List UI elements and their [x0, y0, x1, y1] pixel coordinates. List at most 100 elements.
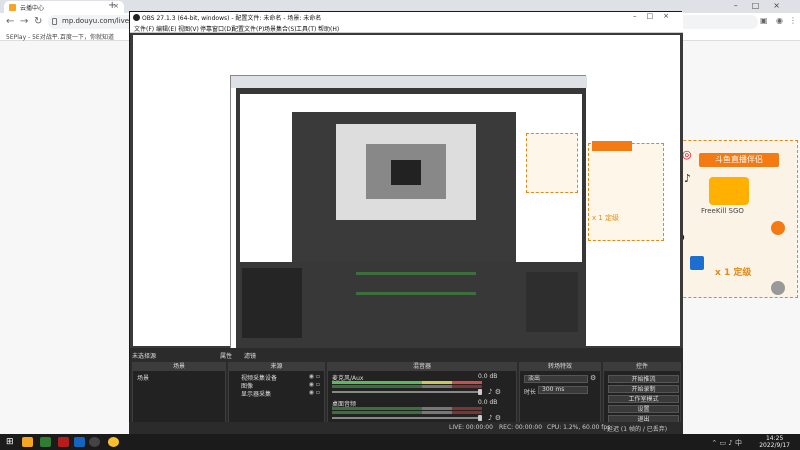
widget-brand: FreeKill SGO	[701, 207, 744, 215]
bookmark-item[interactable]: 百度一下，你就知道	[60, 32, 114, 41]
audio-meter	[332, 411, 482, 414]
new-tab-icon[interactable]: +	[108, 0, 116, 11]
volume-knob[interactable]	[478, 389, 482, 395]
browser-tab[interactable]: 云播中心 ×	[4, 1, 124, 13]
volume-slider[interactable]	[332, 389, 482, 395]
source-toolbar: 未选择源 属性 滤镜	[130, 350, 683, 360]
settings-button[interactable]: 设置	[608, 405, 679, 413]
menu-tools[interactable]: 工具(T)	[296, 24, 316, 33]
visibility-icon[interactable]: ◉ ▫	[309, 381, 320, 388]
source-item[interactable]: 显示器采集	[241, 389, 271, 398]
overlay-widget-medium	[588, 143, 664, 241]
windows-taskbar: ⊞ ⌃ ▭ ♪ 中 14:25 2022/9/17	[0, 434, 800, 450]
controls-header: 控件	[604, 363, 680, 371]
studio-mode-button[interactable]: 工作室模式	[608, 395, 679, 403]
menu-docks[interactable]: 停靠窗口(D)	[200, 24, 233, 33]
volume-knob[interactable]	[478, 415, 482, 421]
filters-button[interactable]: 滤镜	[244, 351, 256, 360]
menu-help[interactable]: 帮助(H)	[318, 24, 339, 33]
properties-button[interactable]: 属性	[220, 351, 232, 360]
scenes-list: 场景	[133, 371, 225, 424]
overlay-widget-small	[526, 133, 578, 193]
duration-label: 时长	[524, 389, 537, 396]
nested-obs-window	[236, 88, 586, 355]
nested-controls	[526, 272, 578, 332]
scene-item[interactable]: 场景	[137, 373, 149, 382]
taskbar-app-icon[interactable]	[40, 437, 51, 447]
obs-statusbar: LIVE: 00:00:00 REC: 00:00:00 CPU: 1.2%, …	[129, 422, 682, 434]
menu-edit[interactable]: 编辑(E)	[156, 24, 176, 33]
clock-date: 2022/9/17	[759, 442, 790, 449]
menu-scene-collection[interactable]: 场景集合(S)	[264, 24, 297, 33]
window-controls[interactable]: –□×	[734, 1, 794, 10]
menu-file[interactable]: 文件(F)	[134, 24, 154, 33]
obs-taskbar-icon[interactable]	[89, 437, 100, 447]
taskbar-app-icon[interactable]	[58, 437, 69, 447]
widget-mult: x 1 定级	[715, 268, 752, 278]
mixer-header: 混音器	[328, 363, 516, 371]
nested-meter	[356, 292, 476, 295]
speaker-icon[interactable]: ♪ ⚙	[488, 414, 501, 422]
profile-icon[interactable]: ◉	[776, 16, 783, 25]
reload-icon[interactable]: ↻	[34, 16, 42, 27]
tab-title: 云播中心	[20, 5, 45, 12]
lock-icon	[52, 18, 57, 25]
menu-profile[interactable]: 配置文件(P)	[232, 24, 264, 33]
transition-select[interactable]: 淡出	[524, 375, 588, 383]
speaker-icon[interactable]: ♪ ⚙	[488, 388, 501, 396]
back-icon[interactable]: ←	[6, 16, 14, 27]
no-source-label: 未选择源	[132, 353, 157, 360]
forward-icon[interactable]: →	[20, 16, 28, 27]
cpu-fps: CPU: 1.2%, 60.00 fps	[547, 424, 611, 431]
obs-logo-icon	[133, 14, 140, 21]
arrow-icon[interactable]	[771, 281, 785, 295]
obs-window: OBS 27.1.3 (64-bit, windows) - 配置文件: 未命名…	[129, 11, 683, 435]
site-favicon-icon	[9, 4, 16, 11]
nested-meter	[356, 272, 476, 275]
nested-tunnel-core	[391, 160, 421, 185]
start-icon[interactable]: ⊞	[6, 437, 14, 447]
chrome-icon[interactable]	[108, 437, 119, 447]
medium-widget-mult: x 1 定级	[592, 214, 620, 222]
obs-titlebar: OBS 27.1.3 (64-bit, windows) - 配置文件: 未命名…	[130, 12, 683, 23]
nested-screen	[230, 75, 587, 355]
live-timer: LIVE: 00:00:00	[449, 424, 493, 431]
sources-list: 视频采集设备 图像 显示器采集 ◉ ▫ ◉ ▫ ◉ ▫	[229, 371, 324, 424]
visibility-icon[interactable]: ◉ ▫	[309, 373, 320, 380]
audio-meter	[332, 381, 482, 384]
transitions-header: 转场特效	[520, 363, 600, 371]
menu-icon[interactable]: ⋮	[789, 16, 797, 25]
obs-title: OBS 27.1.3 (64-bit, windows) - 配置文件: 未命名…	[142, 15, 322, 22]
obs-preview[interactable]: x 1 定级	[130, 33, 683, 355]
nested-dock	[242, 268, 302, 338]
start-recording-button[interactable]: 开始录制	[608, 385, 679, 393]
tiktok-icon: ♪	[684, 172, 692, 185]
taskbar-app-icon[interactable]	[22, 437, 33, 447]
audio-meter	[332, 385, 482, 388]
extensions-icon[interactable]: ▣	[760, 16, 768, 25]
menu-view[interactable]: 视图(V)	[178, 24, 199, 33]
steam-icon[interactable]	[74, 437, 85, 447]
clock-time: 14:25	[765, 435, 784, 442]
widget-title: 斗鱼直播伴侣	[699, 153, 779, 167]
volume-slider[interactable]	[332, 415, 482, 421]
duration-input[interactable]: 300 ms	[538, 386, 588, 394]
medium-widget-header	[592, 141, 632, 151]
rec-timer: REC: 00:00:00	[499, 424, 543, 431]
bookmark-item[interactable]: 5EPlay - 5E对战平...	[6, 32, 63, 41]
start-streaming-button[interactable]: 开始推流	[608, 375, 679, 383]
mixer-channel-db: 0.0 dB	[478, 399, 498, 406]
system-tray[interactable]: ⌃ ▭ ♪ 中	[711, 438, 742, 448]
overlay-widget-large[interactable]: 斗鱼直播伴侣 FreeKill SGO x 1 定级	[668, 140, 798, 298]
transition-settings-icon[interactable]: ⚙	[590, 374, 596, 382]
audio-meter	[332, 407, 482, 410]
sources-header: 来源	[229, 363, 324, 371]
widget-logo-icon	[709, 177, 749, 205]
delay-warning: 延迟 (1 帧的 / 已丢弃)	[607, 426, 668, 433]
play-icon[interactable]	[771, 221, 785, 235]
scenes-header: 场景	[133, 363, 225, 371]
obs-window-controls[interactable]: –□×	[633, 12, 679, 20]
mixer-channel-db: 0.0 dB	[478, 373, 498, 380]
visibility-icon[interactable]: ◉ ▫	[309, 389, 320, 396]
taskbar-clock[interactable]: 14:25 2022/9/17	[759, 435, 790, 449]
